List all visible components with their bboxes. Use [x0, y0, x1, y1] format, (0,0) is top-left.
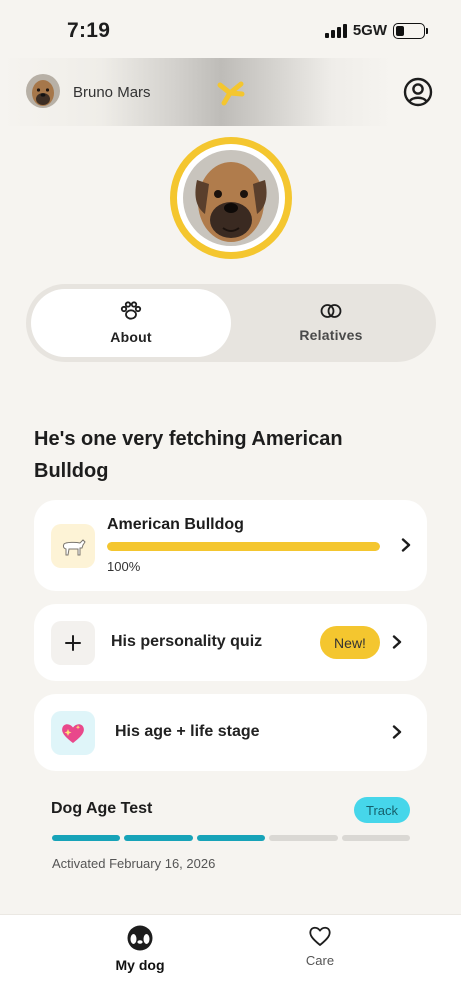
- cellular-signal-icon: [324, 23, 347, 38]
- status-bar: 7:19 5GW: [0, 0, 461, 58]
- breed-percent-label: 100%: [107, 559, 141, 574]
- breed-percent-fill: [107, 542, 380, 551]
- tab-about[interactable]: About: [31, 289, 231, 357]
- sparkling-heart-icon: [62, 724, 84, 743]
- bottom-tab-bar: My dog Care: [0, 914, 461, 1000]
- progress-step: [341, 835, 411, 841]
- user-avatar[interactable]: [26, 74, 60, 108]
- tab-my-dog-label: My dog: [115, 957, 165, 973]
- dog-photo: [183, 150, 279, 246]
- tab-about-label: About: [110, 329, 152, 345]
- heart-outline-icon: [309, 926, 331, 946]
- age-title: His age + life stage: [115, 723, 260, 740]
- quiz-icon-box: [51, 621, 95, 665]
- dog-face-icon: [127, 925, 153, 951]
- breed-name: American Bulldog: [107, 516, 244, 533]
- battery-icon: [393, 22, 428, 39]
- rings-icon: [320, 304, 342, 318]
- new-badge: New!: [320, 626, 380, 659]
- activation-date: Activated February 16, 2026: [52, 856, 216, 871]
- tab-my-dog[interactable]: My dog: [80, 925, 200, 973]
- progress-step: [52, 835, 121, 841]
- tab-care-label: Care: [305, 953, 335, 968]
- quiz-title: His personality quiz: [111, 633, 263, 650]
- brand-logo-icon: [215, 79, 247, 107]
- breed-percent-bar: [107, 542, 380, 551]
- dog-icon: [62, 539, 86, 556]
- status-time: 7:19: [67, 19, 111, 42]
- progress-step: [124, 835, 193, 841]
- breed-icon-box: [51, 524, 95, 568]
- dog-profile-photo: [170, 137, 292, 259]
- progress-step: [196, 835, 266, 841]
- age-icon-box: [51, 711, 95, 755]
- profile-button[interactable]: [403, 77, 433, 107]
- tab-care[interactable]: Care: [260, 925, 380, 968]
- chevron-right-icon: [392, 635, 402, 649]
- tab-relatives-label: Relatives: [299, 327, 363, 343]
- section-headline: He's one very fetching American Bulldog: [34, 428, 343, 482]
- network-type: 5GW: [352, 22, 387, 39]
- profile-segmented-control: About Relatives: [26, 284, 436, 362]
- user-circle-icon: [403, 77, 433, 107]
- track-button[interactable]: Track: [354, 797, 410, 823]
- personality-quiz-card[interactable]: His personality quiz New!: [34, 604, 427, 681]
- status-indicators: 5GW: [324, 22, 428, 39]
- age-test-progress: [52, 835, 411, 841]
- user-name: Bruno Mars: [73, 84, 151, 101]
- age-life-stage-card[interactable]: His age + life stage: [34, 694, 427, 771]
- progress-step: [269, 835, 338, 841]
- tab-relatives[interactable]: Relatives: [231, 289, 431, 357]
- plus-icon: [65, 635, 81, 651]
- paw-icon: [120, 301, 142, 320]
- age-test-title: Dog Age Test: [51, 800, 153, 817]
- breed-card[interactable]: American Bulldog 100%: [34, 500, 427, 591]
- chevron-right-icon: [401, 538, 411, 552]
- chevron-right-icon: [392, 725, 402, 739]
